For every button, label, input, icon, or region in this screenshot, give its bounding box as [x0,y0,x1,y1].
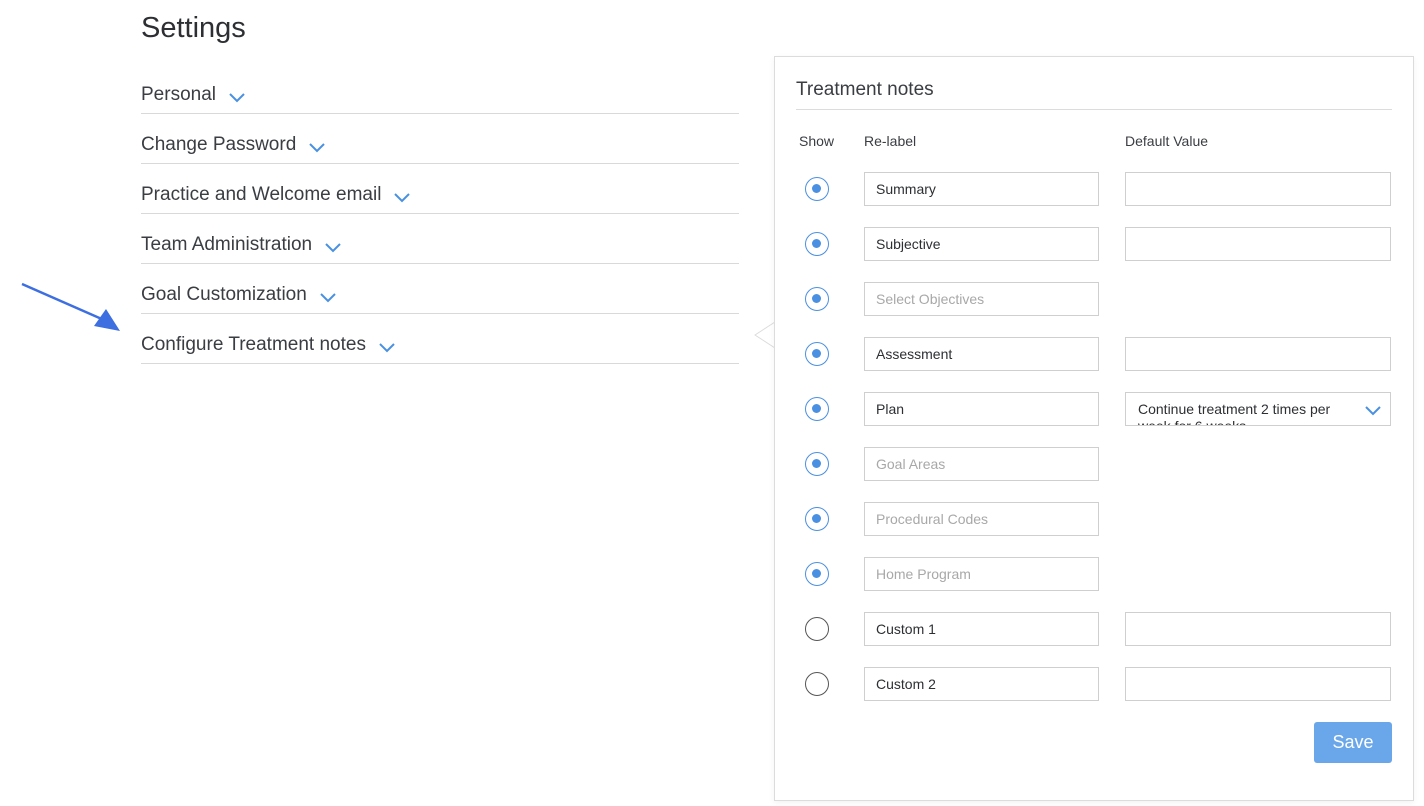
chevron-down-icon [308,142,326,154]
menu-item-configure-treatment-notes[interactable]: Configure Treatment notes [141,314,739,364]
panel-pointer-notch [754,322,776,348]
settings-menu: Personal Change Password Practice and We… [141,64,739,364]
default-value-text: Continue treatment 2 times per week for … [1138,401,1331,426]
treatment-notes-panel: Treatment notes Show Re-label Default Va… [774,56,1414,801]
treatment-row-goal-areas [775,447,1415,481]
default-value-input[interactable] [1125,667,1391,701]
default-value-input[interactable] [1125,172,1391,206]
treatment-row-summary [775,172,1415,206]
save-button[interactable]: Save [1314,722,1392,763]
page-title: Settings [141,12,246,44]
chevron-down-icon [378,342,396,354]
treatment-row-home-program [775,557,1415,591]
menu-item-personal[interactable]: Personal [141,64,739,114]
show-radio[interactable] [805,232,829,256]
treatment-row-plan: Continue treatment 2 times per week for … [775,392,1415,426]
panel-title: Treatment notes [796,79,1392,110]
show-radio[interactable] [805,507,829,531]
show-radio[interactable] [805,452,829,476]
treatment-row-subjective [775,227,1415,261]
relabel-input[interactable] [864,392,1099,426]
menu-item-practice-welcome-email[interactable]: Practice and Welcome email [141,164,739,214]
menu-item-label: Practice and Welcome email [141,184,382,205]
default-value-input[interactable] [1125,612,1391,646]
relabel-input[interactable] [864,282,1099,316]
show-radio[interactable] [805,342,829,366]
default-value-input[interactable] [1125,227,1391,261]
treatment-row-custom-2 [775,667,1415,701]
treatment-row-procedural-codes [775,502,1415,536]
chevron-down-icon [393,192,411,204]
relabel-input[interactable] [864,612,1099,646]
menu-item-label: Personal [141,84,216,105]
show-radio[interactable] [805,287,829,311]
chevron-down-icon [319,292,337,304]
menu-item-label: Configure Treatment notes [141,334,366,355]
treatment-row-objectives [775,282,1415,316]
relabel-input[interactable] [864,337,1099,371]
show-radio[interactable] [805,562,829,586]
default-value-select[interactable]: Continue treatment 2 times per week for … [1125,392,1391,426]
show-radio[interactable] [805,617,829,641]
relabel-input[interactable] [864,667,1099,701]
menu-item-goal-customization[interactable]: Goal Customization [141,264,739,314]
show-radio[interactable] [805,397,829,421]
chevron-down-icon [324,242,342,254]
relabel-input[interactable] [864,172,1099,206]
column-header-relabel: Re-label [864,133,917,149]
column-header-default-value: Default Value [1125,133,1209,149]
show-radio[interactable] [805,177,829,201]
pointer-arrow-icon [21,282,120,331]
show-radio[interactable] [805,672,829,696]
menu-item-label: Change Password [141,134,297,155]
column-header-show: Show [799,133,835,149]
default-value-input[interactable] [1125,337,1391,371]
relabel-input[interactable] [864,557,1099,591]
treatment-row-assessment [775,337,1415,371]
menu-item-change-password[interactable]: Change Password [141,114,739,164]
chevron-down-icon [1364,404,1382,422]
menu-item-team-administration[interactable]: Team Administration [141,214,739,264]
relabel-input[interactable] [864,502,1099,536]
chevron-down-icon [228,92,246,104]
menu-item-label: Goal Customization [141,284,307,305]
menu-item-label: Team Administration [141,234,313,255]
relabel-input[interactable] [864,447,1099,481]
treatment-row-custom-1 [775,612,1415,646]
relabel-input[interactable] [864,227,1099,261]
